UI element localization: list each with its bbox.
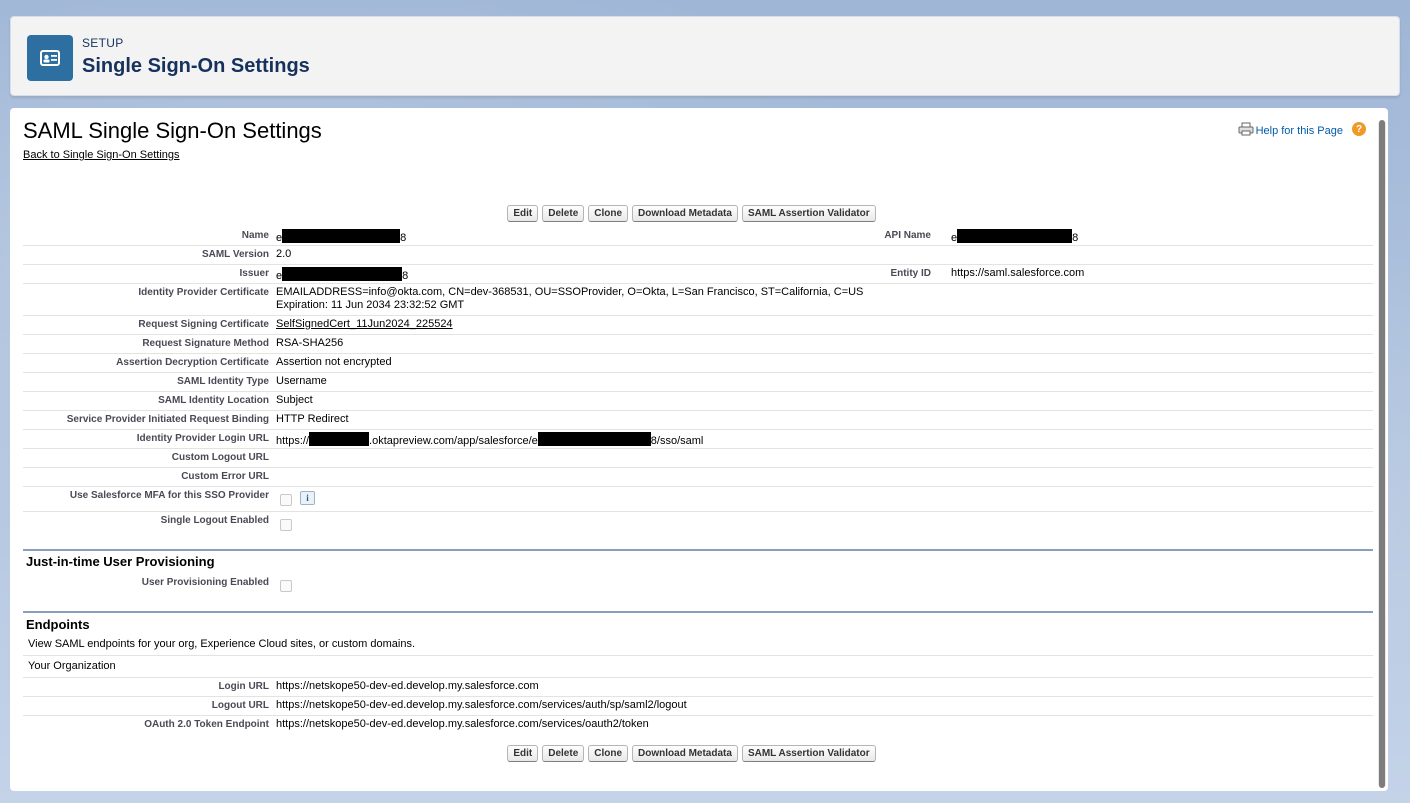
clone-button[interactable]: Clone bbox=[588, 745, 629, 762]
edit-button[interactable]: Edit bbox=[507, 745, 539, 762]
row-single-logout: Single Logout Enabled bbox=[23, 512, 1373, 538]
login-url-label: Login URL bbox=[218, 681, 269, 692]
setup-header: SETUP Single Sign-On Settings bbox=[10, 16, 1400, 96]
back-link[interactable]: Back to Single Sign-On Settings bbox=[23, 149, 180, 161]
name-label: Name bbox=[241, 230, 269, 241]
sso-settings-icon bbox=[27, 35, 73, 81]
idp-login-url-label: Identity Provider Login URL bbox=[136, 433, 269, 444]
edit-button[interactable]: Edit bbox=[507, 205, 539, 222]
oauth-token-endpoint-label: OAuth 2.0 Token Endpoint bbox=[144, 719, 269, 730]
endpoints-section-title: Endpoints bbox=[26, 617, 90, 632]
user-provisioning-checkbox bbox=[280, 580, 292, 592]
row-idp-login-url: Identity Provider Login URL https://.okt… bbox=[23, 430, 1373, 449]
your-organization-row: Your Organization bbox=[23, 656, 1373, 678]
identity-location-label: SAML Identity Location bbox=[158, 395, 269, 406]
download-metadata-button[interactable]: Download Metadata bbox=[632, 745, 738, 762]
row-custom-error-url: Custom Error URL bbox=[23, 468, 1373, 487]
user-provisioning-label: User Provisioning Enabled bbox=[141, 577, 269, 588]
oauth-token-endpoint-value: https://netskope50-dev-ed.develop.my.sal… bbox=[276, 718, 649, 730]
request-signature-method-value: RSA-SHA256 bbox=[276, 337, 344, 349]
row-idp-certificate: Identity Provider Certificate EMAILADDRE… bbox=[23, 284, 1373, 316]
jit-section-divider bbox=[23, 549, 1373, 551]
mfa-info-icon[interactable]: i bbox=[300, 491, 315, 505]
single-logout-label: Single Logout Enabled bbox=[160, 515, 269, 526]
issuer-value: e8 bbox=[276, 267, 408, 282]
header-title: Single Sign-On Settings bbox=[82, 55, 310, 77]
row-request-signing-certificate: Request Signing Certificate SelfSignedCe… bbox=[23, 316, 1373, 335]
assertion-decryption-value: Assertion not encrypted bbox=[276, 356, 392, 368]
printer-icon[interactable] bbox=[1238, 122, 1254, 136]
row-request-signature-method: Request Signature Method RSA-SHA256 bbox=[23, 335, 1373, 354]
saml-version-label: SAML Version bbox=[201, 249, 269, 260]
vertical-scrollbar[interactable] bbox=[1378, 120, 1386, 788]
issuer-label: Issuer bbox=[239, 268, 269, 279]
assertion-decryption-label: Assertion Decryption Certificate bbox=[116, 357, 269, 368]
logout-url-value: https://netskope50-dev-ed.develop.my.sal… bbox=[276, 699, 687, 711]
api-name-value: e8 bbox=[951, 229, 1078, 244]
idp-certificate-label: Identity Provider Certificate bbox=[138, 287, 269, 298]
endpoints-description-row: View SAML endpoints for your org, Experi… bbox=[23, 635, 1373, 656]
identity-type-label: SAML Identity Type bbox=[177, 376, 269, 387]
endpoints-description: View SAML endpoints for your org, Experi… bbox=[28, 638, 416, 650]
your-organization-label: Your Organization bbox=[28, 660, 116, 672]
row-name: Name e8 API Name e8 bbox=[23, 227, 1373, 246]
name-value: e8 bbox=[276, 229, 406, 244]
download-metadata-button[interactable]: Download Metadata bbox=[632, 205, 738, 222]
login-url-value: https://netskope50-dev-ed.develop.my.sal… bbox=[276, 680, 539, 692]
entity-id-value: https://saml.salesforce.com bbox=[951, 267, 1085, 279]
row-saml-version: SAML Version 2.0 bbox=[23, 246, 1373, 265]
identity-type-value: Username bbox=[276, 375, 327, 387]
row-identity-location: SAML Identity Location Subject bbox=[23, 392, 1373, 411]
row-sp-binding: Service Provider Initiated Request Bindi… bbox=[23, 411, 1373, 430]
identity-location-value: Subject bbox=[276, 394, 313, 406]
idp-certificate-expiration: Expiration: 11 Jun 2034 23:32:52 GMT bbox=[276, 299, 465, 311]
help-link[interactable]: Help for this Page bbox=[1256, 125, 1343, 137]
page-title: SAML Single Sign-On Settings bbox=[23, 118, 322, 143]
request-signature-method-label: Request Signature Method bbox=[142, 338, 269, 349]
delete-button[interactable]: Delete bbox=[542, 745, 585, 762]
sp-binding-value: HTTP Redirect bbox=[276, 413, 349, 425]
logout-url-label: Logout URL bbox=[211, 700, 269, 711]
request-signing-certificate-link[interactable]: SelfSignedCert_11Jun2024_225524 bbox=[276, 318, 453, 330]
idp-login-url-value: https://.oktapreview.com/app/salesforce/… bbox=[276, 432, 703, 447]
endpoints-section-divider bbox=[23, 611, 1373, 613]
custom-error-url-label: Custom Error URL bbox=[181, 471, 269, 482]
custom-logout-url-label: Custom Logout URL bbox=[171, 452, 269, 463]
row-logout-url: Logout URL https://netskope50-dev-ed.dev… bbox=[23, 697, 1373, 716]
mfa-label: Use Salesforce MFA for this SSO Provider bbox=[69, 490, 269, 501]
saml-assertion-validator-button[interactable]: SAML Assertion Validator bbox=[741, 205, 876, 222]
sp-binding-label: Service Provider Initiated Request Bindi… bbox=[66, 414, 269, 425]
row-mfa: Use Salesforce MFA for this SSO Provider… bbox=[23, 487, 1373, 512]
row-identity-type: SAML Identity Type Username bbox=[23, 373, 1373, 392]
saml-version-value: 2.0 bbox=[276, 248, 292, 260]
row-login-url: Login URL https://netskope50-dev-ed.deve… bbox=[23, 678, 1373, 697]
single-logout-checkbox bbox=[280, 519, 292, 531]
help-area: Help for this Page ? bbox=[1238, 121, 1366, 137]
row-oauth-token-endpoint: OAuth 2.0 Token Endpoint https://netskop… bbox=[23, 716, 1373, 735]
delete-button[interactable]: Delete bbox=[542, 205, 585, 222]
idp-certificate-subject: EMAILADDRESS=info@okta.com, CN=dev-36853… bbox=[276, 286, 864, 298]
row-custom-logout-url: Custom Logout URL bbox=[23, 449, 1373, 468]
bottom-button-row: Edit Delete Clone Download Metadata SAML… bbox=[10, 745, 1373, 762]
saml-assertion-validator-button[interactable]: SAML Assertion Validator bbox=[741, 745, 876, 762]
row-assertion-decryption: Assertion Decryption Certificate Asserti… bbox=[23, 354, 1373, 373]
top-button-row: Edit Delete Clone Download Metadata SAML… bbox=[10, 205, 1373, 222]
clone-button[interactable]: Clone bbox=[588, 205, 629, 222]
header-eyebrow: SETUP bbox=[82, 36, 124, 50]
row-issuer: Issuer e8 Entity ID https://saml.salesfo… bbox=[23, 265, 1373, 284]
scrollbar-thumb[interactable] bbox=[1379, 120, 1385, 788]
row-user-provisioning: User Provisioning Enabled bbox=[23, 574, 1373, 600]
help-icon[interactable]: ? bbox=[1352, 122, 1366, 136]
entity-id-label: Entity ID bbox=[890, 268, 931, 279]
request-signing-certificate-label: Request Signing Certificate bbox=[138, 319, 269, 330]
mfa-checkbox bbox=[280, 494, 292, 506]
api-name-label: API Name bbox=[884, 230, 931, 241]
jit-section-title: Just-in-time User Provisioning bbox=[26, 554, 215, 569]
main-panel: SAML Single Sign-On Settings Back to Sin… bbox=[10, 108, 1388, 791]
